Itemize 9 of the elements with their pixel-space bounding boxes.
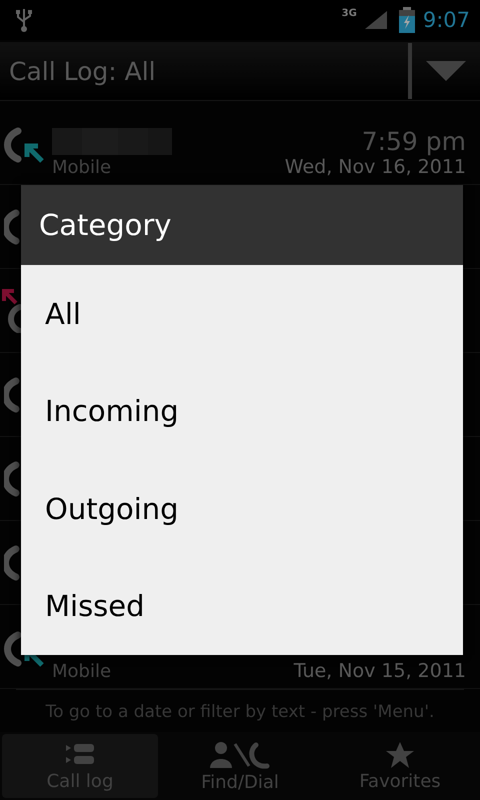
dialog-title: Category (21, 185, 463, 265)
screen-title: Call Log: All (8, 56, 157, 86)
network-type: 3G (342, 8, 357, 19)
number-type: Mobile (52, 660, 112, 682)
clock: 9:07 (422, 8, 470, 32)
call-time: 7:59 pm (362, 127, 466, 156)
call-date: Tue, Nov 15, 2011 (294, 660, 466, 682)
number-type: Mobile (52, 156, 112, 178)
call-date: Wed, Nov 16, 2011 (284, 156, 466, 178)
